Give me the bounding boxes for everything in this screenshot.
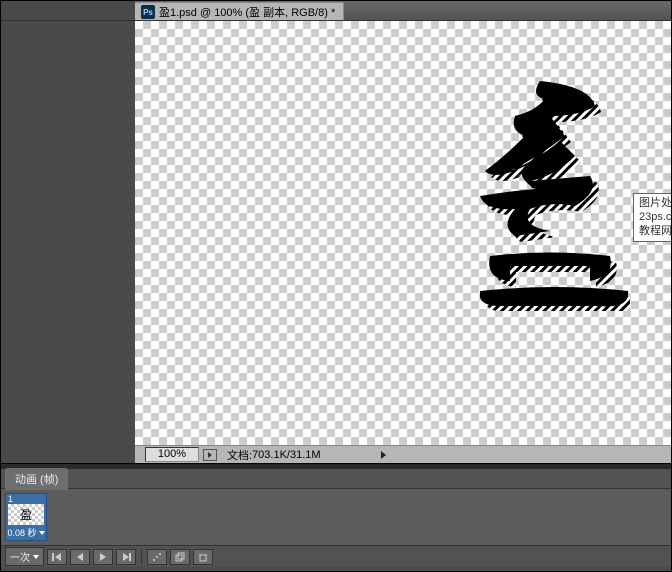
- delete-frame-button[interactable]: [193, 549, 213, 565]
- canvas[interactable]: 图片处理 23ps.com教程网: [135, 21, 671, 445]
- document-tabbar: Ps 盈1.psd @ 100% (盈 副本, RGB/8) *: [1, 1, 671, 21]
- ps-icon: Ps: [141, 5, 155, 19]
- loop-select[interactable]: 一次: [5, 547, 44, 566]
- chevron-down-icon: [33, 555, 39, 559]
- tabbar-spacer: [1, 1, 135, 20]
- status-bar: 100% 文档: 703.1K/31.1M: [135, 445, 671, 463]
- left-gutter: [1, 21, 135, 463]
- frame-number: 1: [6, 494, 15, 504]
- app-window: Ps 盈1.psd @ 100% (盈 副本, RGB/8) * 思缘设计论坛_…: [0, 0, 672, 572]
- status-menu-arrow-icon[interactable]: [381, 451, 386, 459]
- tab-animation-frames[interactable]: 动画 (帧): [5, 468, 68, 490]
- doc-label: 文档:: [227, 447, 252, 463]
- document-area: 图片处理 23ps.com教程网 100% 文档: 703.1K/31.1M: [135, 21, 671, 463]
- stamp-line2: 23ps.com教程网: [639, 211, 671, 239]
- tween-button[interactable]: [147, 549, 167, 565]
- animation-controls: 一次: [1, 545, 671, 567]
- document-tab[interactable]: Ps 盈1.psd @ 100% (盈 副本, RGB/8) *: [135, 2, 344, 20]
- animation-panel: 动画 (帧) 1 盈 0.08 秒 一次: [1, 469, 671, 567]
- separator: [141, 550, 142, 564]
- frame-item[interactable]: 1 盈 0.08 秒: [5, 493, 47, 541]
- frame-thumbnail: 盈: [8, 504, 44, 525]
- prev-frame-button[interactable]: [70, 549, 90, 565]
- next-frame-button[interactable]: [116, 549, 136, 565]
- stamp-line1: 图片处理: [639, 197, 671, 211]
- status-preview-icon[interactable]: [203, 449, 217, 461]
- first-frame-button[interactable]: [47, 549, 67, 565]
- animation-panel-tabs: 动画 (帧): [1, 469, 671, 489]
- chevron-down-icon: [39, 531, 45, 535]
- play-button[interactable]: [93, 549, 113, 565]
- duplicate-frame-button[interactable]: [170, 549, 190, 565]
- document-tab-title: 盈1.psd @ 100% (盈 副本, RGB/8) *: [159, 4, 335, 20]
- zoom-input[interactable]: 100%: [145, 447, 199, 462]
- doc-size: 703.1K/31.1M: [252, 449, 321, 461]
- artwork-glyph: [480, 81, 630, 311]
- watermark-stamp: 图片处理 23ps.com教程网: [633, 193, 671, 242]
- main-area: 图片处理 23ps.com教程网 100% 文档: 703.1K/31.1M: [1, 21, 671, 463]
- frames-strip: 1 盈 0.08 秒: [1, 489, 671, 545]
- frame-delay[interactable]: 0.08 秒: [7, 525, 44, 540]
